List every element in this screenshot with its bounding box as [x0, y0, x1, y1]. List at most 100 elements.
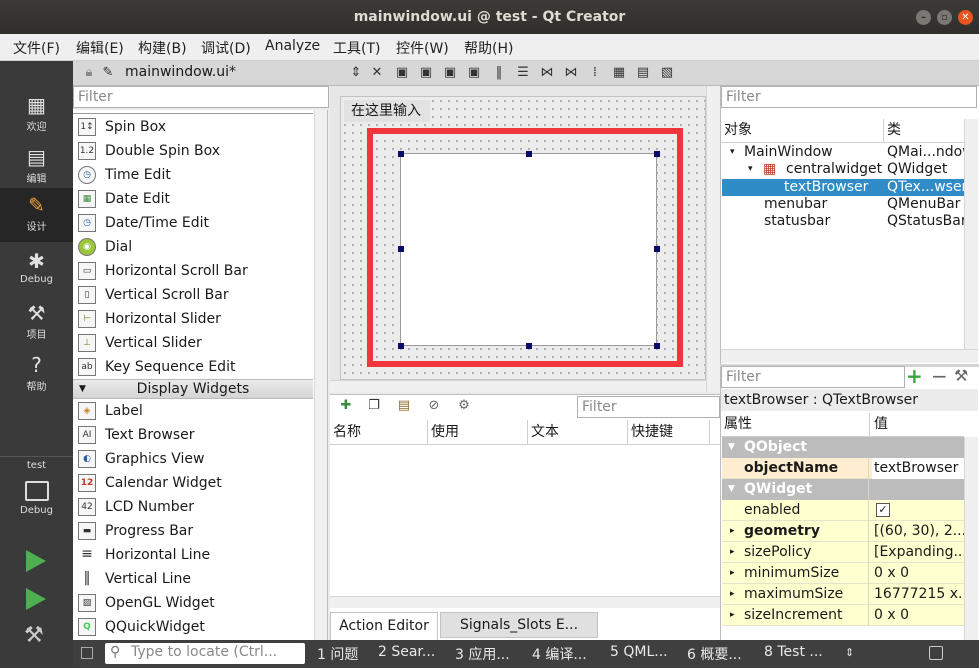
widget-item[interactable]: ◐ Graphics View [73, 447, 313, 471]
new-action-icon[interactable]: ✚ [338, 398, 354, 414]
target-selector[interactable]: Debug [0, 479, 73, 529]
resize-handle[interactable] [526, 343, 532, 349]
col-text[interactable]: 文本 [528, 420, 628, 444]
mode-edit[interactable]: ▤ 编辑 [0, 140, 73, 190]
widget-item[interactable]: ▦ Date Edit [73, 187, 313, 211]
object-vscrollbar[interactable] [964, 119, 978, 349]
pane-issues[interactable]: 1 问题 [317, 644, 358, 664]
section-qwidget[interactable]: ▼ QWidget [722, 479, 978, 500]
widget-item[interactable]: ≡ Horizontal Line [73, 543, 313, 567]
resize-handle[interactable] [398, 151, 404, 157]
edit-signals-icon[interactable]: ▣ [418, 65, 434, 81]
resize-handle[interactable] [398, 343, 404, 349]
col-used[interactable]: 使用 [428, 420, 528, 444]
layout-vertical-icon[interactable]: ☰ [515, 65, 531, 81]
pane-test[interactable]: 8 Test ... [764, 644, 823, 660]
widgetbox-filter[interactable]: Filter [73, 86, 329, 108]
tree-object[interactable]: menubar [764, 196, 827, 213]
property-value[interactable]: 16777215 x... [874, 584, 966, 605]
form-menubar-placeholder[interactable]: 在这里输入 [344, 100, 430, 122]
widget-item[interactable]: 1.2 Double Spin Box [73, 139, 313, 163]
property-value[interactable]: 0 x 0 [874, 563, 966, 584]
tree-object[interactable]: textBrowser [784, 179, 868, 196]
mode-debug[interactable]: ✱ Debug [0, 244, 73, 294]
edit-buddies-icon[interactable]: ▣ [442, 65, 458, 81]
widget-item[interactable]: ▯ Vertical Scroll Bar [73, 283, 313, 307]
menu-widgets[interactable]: 控件(W) [396, 38, 449, 58]
section-qobject[interactable]: ▼ QObject [722, 437, 978, 458]
file-switch-icon[interactable]: ⇕ [348, 65, 364, 81]
object-filter[interactable]: Filter [721, 86, 977, 108]
menu-build[interactable]: 构建(B) [138, 38, 187, 58]
menu-debug[interactable]: 调试(D) [201, 38, 251, 58]
col-object[interactable]: 对象 [724, 122, 752, 139]
pane-chooser-icon[interactable]: ⇕ [845, 646, 854, 659]
build-icon[interactable]: ⚒ [24, 624, 48, 648]
menu-tools[interactable]: 工具(T) [333, 38, 380, 58]
file-tab[interactable]: mainwindow.ui* [125, 64, 236, 80]
form-vscrollbar[interactable] [706, 86, 720, 392]
mode-projects[interactable]: ⚒ 项目 [0, 296, 73, 346]
resize-handle[interactable] [654, 151, 660, 157]
menu-help[interactable]: 帮助(H) [464, 38, 513, 58]
action-filter[interactable]: Filter [577, 396, 720, 418]
maximize-button[interactable]: ▫ [937, 10, 952, 25]
resize-handle[interactable] [654, 343, 660, 349]
tree-object[interactable]: MainWindow [744, 144, 833, 161]
property-value[interactable]: [Expanding... [874, 542, 966, 563]
pane-general[interactable]: 6 概要... [687, 644, 742, 664]
object-hscrollbar[interactable] [721, 349, 978, 363]
property-value[interactable]: textBrowser [872, 458, 964, 479]
add-property-icon[interactable]: + [906, 364, 923, 388]
expand-arrow-icon[interactable]: ▾ [730, 144, 735, 161]
run-icon[interactable] [26, 550, 46, 572]
layout-form-icon[interactable]: ⁞ [587, 65, 603, 81]
widget-item[interactable]: ◈ Label [73, 399, 313, 423]
form-hscrollbar[interactable] [330, 380, 706, 392]
resize-handle[interactable] [398, 246, 404, 252]
pane-qml[interactable]: 5 QML... [610, 644, 668, 660]
layout-split-h-icon[interactable]: ⋈ [539, 65, 555, 81]
copy-action-icon[interactable]: ❐ [366, 398, 382, 414]
mode-welcome[interactable]: ▦ 欢迎 [0, 88, 73, 138]
widget-item[interactable]: 42 LCD Number [73, 495, 313, 519]
configure-wrench-icon[interactable]: ⚒ [954, 366, 968, 385]
property-value[interactable]: 0 x 0 [874, 605, 966, 626]
widgetbox-scrollbar[interactable] [314, 110, 327, 640]
tree-object[interactable]: centralwidget [786, 161, 882, 178]
mode-help[interactable]: ? 帮助 [0, 348, 73, 398]
widget-item[interactable]: 1↕ Spin Box [73, 115, 313, 139]
edit-tab-order-icon[interactable]: ▣ [466, 65, 482, 81]
widget-item[interactable]: ‖ Vertical Line [73, 567, 313, 591]
menu-file[interactable]: 文件(F) [13, 38, 60, 58]
menu-edit[interactable]: 编辑(E) [76, 38, 124, 58]
widget-item[interactable]: AI Text Browser [73, 423, 313, 447]
layout-horizontal-icon[interactable]: ‖ [491, 65, 507, 81]
minimize-button[interactable]: – [916, 10, 931, 25]
pane-app-output[interactable]: 3 应用... [455, 644, 510, 664]
settings-gear-icon[interactable]: ⚙ [456, 398, 472, 414]
layout-split-v-icon[interactable]: ⋈ [563, 65, 579, 81]
enabled-checkbox[interactable]: ✓ [876, 503, 890, 517]
col-name[interactable]: 名称 [330, 420, 428, 444]
break-layout-icon[interactable]: ▤ [635, 65, 651, 81]
tab-action-editor[interactable]: Action Editor [330, 612, 438, 640]
resize-handle[interactable] [526, 151, 532, 157]
layout-grid-icon[interactable]: ▦ [611, 65, 627, 81]
debug-run-icon[interactable] [26, 588, 46, 610]
widget-item[interactable]: ab Key Sequence Edit [73, 355, 313, 379]
col-shortcut[interactable]: 快捷键 [628, 420, 710, 444]
tree-object[interactable]: statusbar [764, 213, 830, 230]
col-class[interactable]: 类 [887, 122, 901, 139]
remove-property-icon[interactable]: − [931, 364, 948, 388]
widget-item[interactable]: ⊢ Horizontal Slider [73, 307, 313, 331]
property-row[interactable]: ▸ minimumSize 0 x 0 [722, 563, 978, 584]
property-row[interactable]: ▸ geometry [(60, 30), 2... [722, 521, 978, 542]
close-button[interactable]: ✕ [958, 10, 973, 25]
widget-item[interactable]: 12 Calendar Widget [73, 471, 313, 495]
widget-item[interactable]: Q QQuickWidget [73, 615, 313, 639]
col-value[interactable]: 值 [874, 416, 888, 433]
delete-action-icon[interactable]: ⊘ [426, 398, 442, 414]
widget-item[interactable]: ◉ Dial [73, 235, 313, 259]
widget-item[interactable]: ▭ Horizontal Scroll Bar [73, 259, 313, 283]
